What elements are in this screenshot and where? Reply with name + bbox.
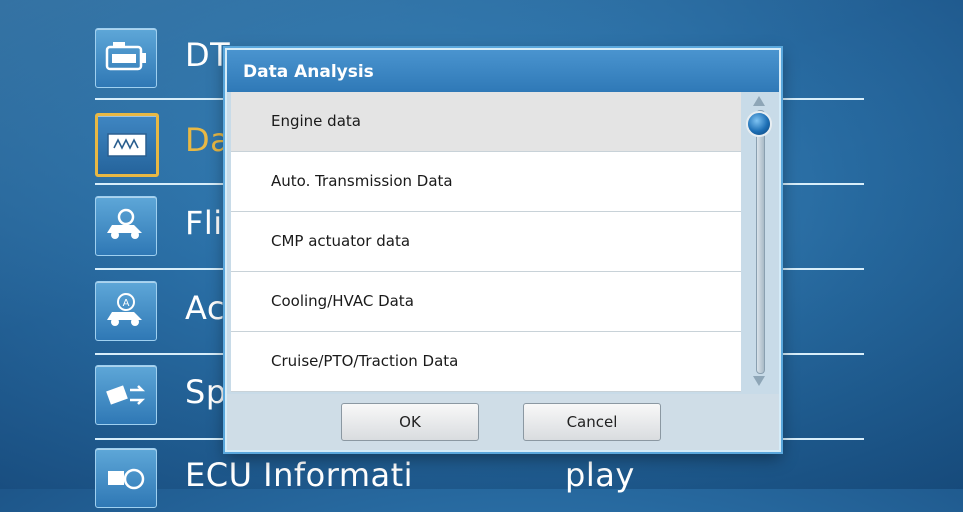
dialog-title: Data Analysis [243, 62, 374, 82]
dialog-footer: OK Cancel [227, 394, 779, 450]
car-search-icon [95, 196, 157, 256]
menu-label: Da [185, 121, 231, 159]
ecu-info-icon [95, 448, 157, 508]
divider [95, 353, 225, 355]
list-item-cruise-pto-traction-data[interactable]: Cruise/PTO/Traction Data [231, 332, 741, 392]
list-item-label: Cooling/HVAC Data [271, 292, 414, 310]
svg-text:A: A [123, 298, 130, 309]
divider [777, 353, 864, 355]
ok-button[interactable]: OK [341, 403, 479, 441]
list-item-cooling-hvac-data[interactable]: Cooling/HVAC Data [231, 272, 741, 332]
divider [777, 98, 864, 100]
list-item-label: CMP actuator data [271, 232, 411, 250]
divider [777, 183, 864, 185]
cancel-button[interactable]: Cancel [523, 403, 661, 441]
list-scrollbar[interactable] [745, 94, 773, 390]
divider [95, 183, 225, 185]
divider [777, 438, 864, 440]
divider [777, 268, 864, 270]
menu-label: Ac [185, 289, 225, 327]
dialog-titlebar: Data Analysis [227, 50, 779, 92]
data-analysis-dialog: Data Analysis Engine data Auto. Transmis… [225, 48, 781, 452]
menu-label: ECU Informati [185, 456, 414, 494]
waveform-icon [95, 113, 159, 177]
divider [95, 98, 225, 100]
data-list[interactable]: Engine data Auto. Transmission Data CMP … [231, 92, 741, 392]
list-item-engine-data[interactable]: Engine data [231, 92, 741, 152]
divider [95, 268, 225, 270]
scroll-up-icon[interactable] [753, 96, 765, 106]
menu-label-tail: play [565, 456, 635, 494]
list-item-label: Auto. Transmission Data [271, 172, 453, 190]
scroll-track[interactable] [756, 110, 765, 374]
car-actuator-icon: A [95, 281, 157, 341]
scroll-down-icon[interactable] [753, 376, 765, 386]
list-item-label: Cruise/PTO/Traction Data [271, 352, 459, 370]
scroll-thumb[interactable] [746, 111, 772, 137]
menu-label: DT [185, 36, 231, 74]
list-item-label: Engine data [271, 112, 361, 130]
divider [95, 438, 225, 440]
menu-label: Fli [185, 204, 223, 242]
chip-transfer-icon [95, 365, 157, 425]
engine-check-icon [95, 28, 157, 88]
menu-label: Sp [185, 373, 227, 411]
list-item-cmp-actuator-data[interactable]: CMP actuator data [231, 212, 741, 272]
list-item-auto-transmission-data[interactable]: Auto. Transmission Data [231, 152, 741, 212]
